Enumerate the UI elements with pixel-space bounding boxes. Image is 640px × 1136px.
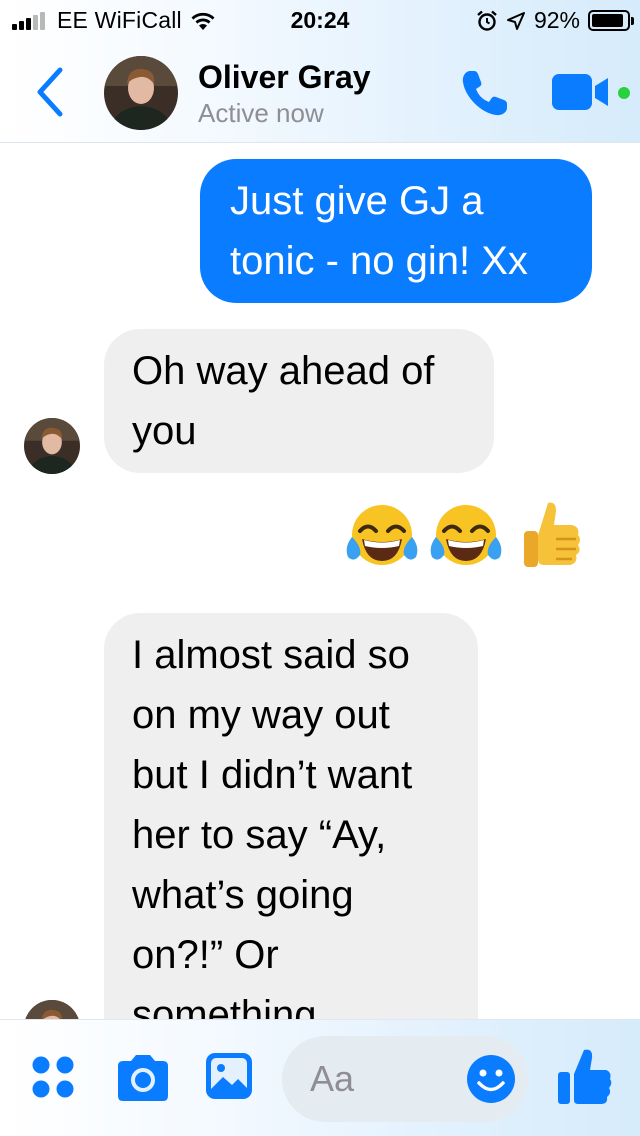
emoji-message[interactable]: [338, 495, 590, 575]
incoming-message[interactable]: I almost said so on my way out but I did…: [104, 613, 478, 1019]
sender-avatar[interactable]: [24, 1000, 80, 1019]
chat-header: EE WiFiCall 20:24 92% Oliver Gray Active…: [0, 0, 640, 143]
smiley-icon[interactable]: [466, 1054, 516, 1104]
battery-fill: [592, 14, 624, 27]
phone-icon[interactable]: [456, 66, 512, 122]
message-list[interactable]: Just give GJ a tonic - no gin! Xx Oh way…: [0, 143, 640, 1019]
thumbs-up-icon[interactable]: [556, 1046, 612, 1106]
face-with-tears-of-joy-icon: [346, 505, 418, 565]
contact-name: Oliver Gray: [198, 59, 371, 95]
online-status-dot: [618, 87, 630, 99]
battery-icon: [588, 10, 634, 31]
gallery-icon[interactable]: [204, 1051, 254, 1101]
message-text: Just give GJ a tonic - no gin! Xx: [230, 179, 528, 283]
alarm-icon: [477, 10, 497, 31]
status-right: 92%: [476, 7, 634, 34]
contact-status: Active now: [198, 98, 324, 128]
message-composer: Aa: [0, 1019, 640, 1136]
battery-percent: 92%: [533, 7, 580, 33]
avatar-photo: [24, 1000, 80, 1019]
video-camera-icon[interactable]: [552, 72, 612, 112]
message-text: Oh way ahead of you: [132, 349, 435, 453]
four-dots-menu-icon[interactable]: [30, 1054, 76, 1100]
avatar-photo: [24, 418, 80, 474]
back-chevron-icon[interactable]: [28, 62, 74, 122]
message-text: I almost said so on my way out but I did…: [132, 633, 413, 1019]
camera-icon[interactable]: [114, 1052, 172, 1104]
contact-avatar[interactable]: [104, 56, 178, 130]
thumbs-up-emoji-icon: [524, 502, 580, 567]
location-arrow-icon: [506, 11, 525, 30]
incoming-message[interactable]: Oh way ahead of you: [104, 329, 494, 473]
sender-avatar[interactable]: [24, 418, 80, 474]
avatar-photo: [104, 56, 178, 130]
status-bar: EE WiFiCall 20:24 92%: [0, 0, 640, 40]
message-input-placeholder: Aa: [310, 1058, 355, 1099]
face-with-tears-of-joy-icon: [430, 505, 502, 565]
outgoing-message[interactable]: Just give GJ a tonic - no gin! Xx: [200, 159, 592, 303]
